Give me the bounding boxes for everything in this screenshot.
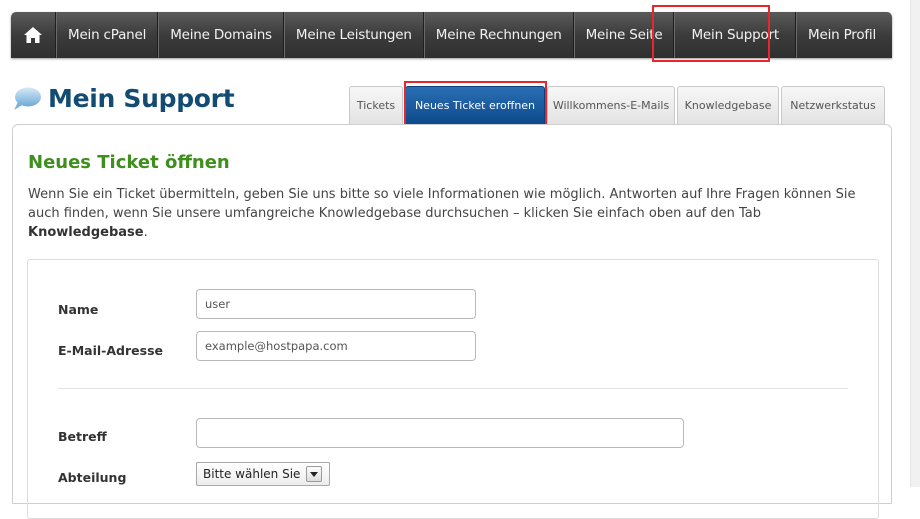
tab-neues-ticket[interactable]: Neues Ticket eroffnen (405, 86, 545, 124)
page-title: Mein Support (48, 84, 235, 113)
intro-knowledgebase-bold: Knowledgebase (28, 225, 144, 240)
ticket-form: Name E-Mail-Adresse Betreff Abteilung Bi… (27, 259, 879, 519)
page-scrollbar[interactable] (910, 0, 920, 487)
nav-item-mein-support[interactable]: Mein Support (674, 12, 797, 58)
home-icon (24, 27, 42, 43)
form-divider (58, 388, 848, 389)
top-navigation: Mein cPanel Meine Domains Meine Leistung… (11, 12, 892, 58)
nav-item-mein-cpanel[interactable]: Mein cPanel (56, 12, 159, 58)
tab-tickets[interactable]: Tickets (349, 86, 403, 124)
content-panel: Neues Ticket öffnen Wenn Sie ein Ticket … (12, 124, 892, 519)
nav-item-meine-rechnungen[interactable]: Meine Rechnungen (423, 12, 574, 58)
intro-end: . (143, 225, 148, 240)
home-button[interactable] (11, 12, 56, 58)
subject-field[interactable] (196, 418, 684, 448)
name-field[interactable] (196, 289, 476, 319)
tab-netzwerkstatus[interactable]: Netzwerkstatus (781, 86, 885, 124)
email-field[interactable] (196, 331, 476, 361)
nav-item-meine-domains[interactable]: Meine Domains (158, 12, 284, 58)
name-label: Name (58, 302, 99, 317)
department-label: Abteilung (58, 470, 127, 485)
nav-item-meine-leistungen[interactable]: Meine Leistungen (283, 12, 424, 58)
intro-text: Wenn Sie ein Ticket übermitteln, geben S… (28, 185, 883, 242)
email-label: E-Mail-Adresse (58, 343, 163, 358)
subject-label: Betreff (58, 429, 107, 444)
page-header: Mein Support (12, 84, 235, 113)
department-select-value: Bitte wählen Sie (203, 467, 301, 481)
intro-main: Wenn Sie ein Ticket übermitteln, geben S… (28, 187, 856, 221)
nav-item-meine-seite[interactable]: Meine Seite (573, 12, 675, 58)
section-title: Neues Ticket öffnen (28, 152, 230, 173)
chevron-down-icon (306, 466, 323, 482)
department-select[interactable]: Bitte wählen Sie (196, 462, 330, 486)
support-tabs: Tickets Neues Ticket eroffnen Willkommen… (349, 86, 887, 124)
nav-item-mein-profil[interactable]: Mein Profil (796, 12, 887, 58)
tab-willkommens-emails[interactable]: Willkommens-E-Mails (547, 86, 675, 124)
speech-bubble-icon (14, 87, 41, 110)
tab-knowledgebase[interactable]: Knowledgebase (677, 86, 779, 124)
